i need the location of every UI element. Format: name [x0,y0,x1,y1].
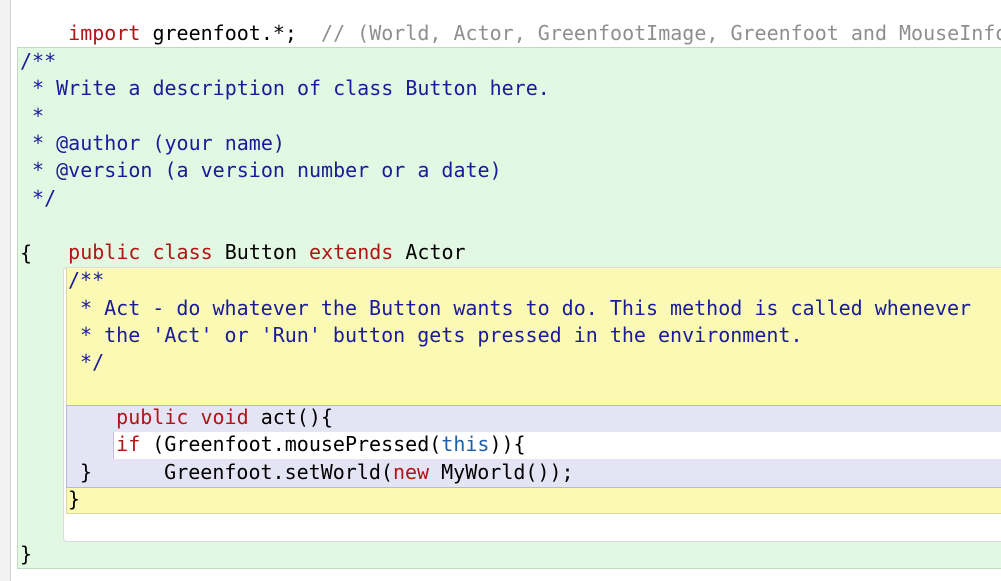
class-doc-line[interactable]: * Write a description of class Button he… [20,75,550,102]
import-statement: greenfoot.*; [140,21,297,45]
class-name: Button [224,240,297,264]
class-doc-line[interactable]: * [20,103,44,130]
method-close-brace[interactable]: } [68,486,80,513]
class-doc-close[interactable]: */ [20,185,56,212]
import-keyword: import [68,21,141,45]
class-keyword: class [152,240,213,264]
parent-class-name: Actor [405,240,466,264]
editor-gutter [0,0,11,581]
public-keyword: public [68,240,141,264]
import-comment: // (World, Actor, GreenfootImage, Greenf… [296,21,1001,45]
class-doc-version[interactable]: * @version (a version number or a date) [20,157,502,184]
method-doc-line[interactable]: * Act - do whatever the Button wants to … [68,295,971,322]
new-keyword: new [392,460,430,484]
method-doc-open[interactable]: /** [68,267,104,294]
set-world-args: MyWorld()); [429,460,574,484]
extends-keyword: extends [309,240,394,264]
class-doc-open[interactable]: /** [20,48,56,75]
code-editor[interactable]: import greenfoot.*; // (World, Actor, Gr… [0,0,1001,581]
set-world-statement[interactable]: Greenfoot.setWorld(new MyWorld()); [116,432,574,513]
method-doc-close[interactable]: */ [68,349,104,376]
class-open-brace[interactable]: { [20,240,32,267]
class-close-brace[interactable]: } [20,541,32,568]
set-world-call: Greenfoot.setWorld( [164,460,393,484]
method-doc-line[interactable]: * the 'Act' or 'Run' button gets pressed… [68,322,802,349]
if-close-brace[interactable]: } [80,459,92,486]
class-doc-author[interactable]: * @author (your name) [20,130,285,157]
